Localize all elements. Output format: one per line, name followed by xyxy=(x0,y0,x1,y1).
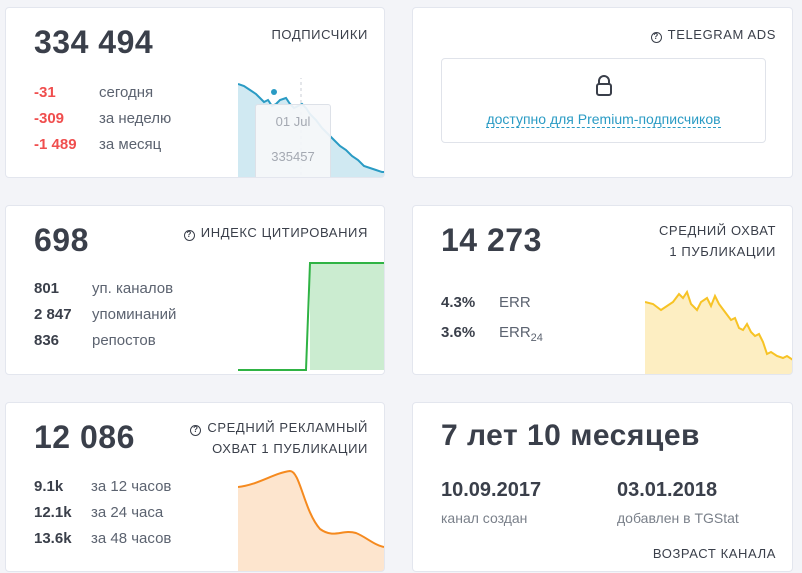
ad-reach-sparkline[interactable] xyxy=(238,463,384,572)
channel-age-title: ВОЗРАСТ КАНАЛА xyxy=(652,546,776,561)
err24-row: 3.6% ERR24 xyxy=(441,324,543,344)
created-label: канал создан xyxy=(441,510,528,526)
reach-sparkline[interactable] xyxy=(645,284,793,374)
added-label: добавлен в TGStat xyxy=(617,510,739,526)
reach-card: 14 273 СРЕДНИЙ ОХВАТ 1 ПУБЛИКАЦИИ 4.3% ER… xyxy=(412,205,793,375)
channel-age-value: 7 лет 10 месяцев xyxy=(441,419,700,452)
telegram-ads-card: ? TELEGRAM ADS доступно для Premium-подпи… xyxy=(412,7,793,178)
reach-title: СРЕДНИЙ ОХВАТ 1 ПУБЛИКАЦИИ xyxy=(658,223,776,259)
subscribers-title: ПОДПИСЧИКИ xyxy=(271,27,368,42)
subscribers-card: 334 494 ПОДПИСЧИКИ -31 сегодня -309 за нед… xyxy=(5,7,385,178)
citation-index-value: 698 xyxy=(34,222,89,258)
tooltip-date: 01 Jul xyxy=(275,114,311,129)
reach-value: 14 273 xyxy=(441,222,542,258)
premium-lock-box: доступно для Premium-подписчиков xyxy=(441,58,766,143)
tooltip-value: 335457 xyxy=(271,149,315,164)
added-date: 03.01.2018 xyxy=(617,479,718,501)
citation-row-channels: 801 уп. каналов xyxy=(34,280,174,297)
chart-tooltip: 01 Jul 335457 xyxy=(255,104,331,177)
ad-reach-row-24h: 12.1k за 24 часа xyxy=(34,504,164,521)
citation-row-reposts: 836 репостов xyxy=(34,332,156,349)
subscribers-row-month: -1 489 за месяц xyxy=(34,136,162,153)
info-icon[interactable]: ? xyxy=(650,32,662,43)
telegram-ads-title: ? TELEGRAM ADS xyxy=(650,24,776,45)
citation-sparkline[interactable] xyxy=(238,260,384,372)
channel-age-card: 7 лет 10 месяцев 10.09.2017 канал создан… xyxy=(412,402,793,572)
lock-icon xyxy=(596,75,612,96)
added-date-block: 03.01.2018 добавлен в TGStat xyxy=(617,479,739,526)
info-icon[interactable]: ? xyxy=(183,230,195,241)
subscribers-count: 334 494 xyxy=(34,24,154,60)
created-date-block: 10.09.2017 канал создан xyxy=(441,479,541,526)
ad-reach-row-48h: 13.6k за 48 часов xyxy=(34,530,172,547)
info-icon[interactable]: ? xyxy=(190,425,202,436)
subscribers-row-week: -309 за неделю xyxy=(34,110,172,127)
ad-reach-value: 12 086 xyxy=(34,419,135,455)
ad-reach-card: 12 086 ? СРЕДНИЙ РЕКЛАМНЫЙ ОХВАТ 1 ПУБЛИК… xyxy=(5,402,385,572)
ad-reach-title: ? СРЕДНИЙ РЕКЛАМНЫЙ ОХВАТ 1 ПУБЛИКАЦИИ xyxy=(190,417,368,459)
premium-link[interactable]: доступно для Premium-подписчиков xyxy=(442,111,765,128)
subscribers-row-today: -31 сегодня xyxy=(34,84,154,101)
citation-card: 698 ? ИНДЕКС ЦИТИРОВАНИЯ 801 уп. каналов 2… xyxy=(5,205,385,375)
ad-reach-row-12h: 9.1k за 12 часов xyxy=(34,478,172,495)
citation-row-mentions: 2 847 упоминаний xyxy=(34,306,177,323)
err-row: 4.3% ERR xyxy=(441,294,531,311)
created-date: 10.09.2017 xyxy=(441,479,542,501)
citation-title: ? ИНДЕКС ЦИТИРОВАНИЯ xyxy=(183,222,368,243)
